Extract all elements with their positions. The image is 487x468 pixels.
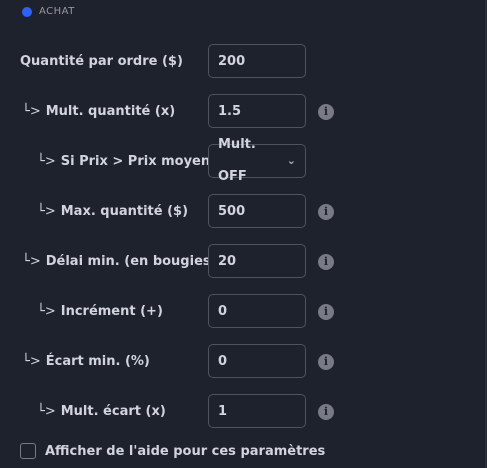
setting-row-increment: └> Incrément (+) i: [0, 294, 487, 330]
setting-label: Si Prix > Prix moyen: [60, 154, 211, 169]
setting-row-min-gap: └> Écart min. (%) i: [0, 344, 487, 380]
setting-row-price-condition: └> Si Prix > Prix moyen Mult. OFF ⌄: [0, 137, 487, 184]
select-value: Mult. OFF: [218, 137, 256, 184]
setting-row-quantity-mult: └> Mult. quantité (x) i: [0, 94, 487, 130]
sub-arrow-icon: └>: [22, 104, 41, 119]
sub-arrow-icon: └>: [22, 254, 41, 269]
info-icon[interactable]: i: [318, 304, 334, 320]
setting-row-max-quantity: └> Max. quantité ($) i: [0, 194, 487, 230]
min-delay-input[interactable]: [208, 244, 306, 278]
help-checkbox-label[interactable]: Afficher de l'aide pour ces paramètres: [45, 444, 325, 459]
setting-label-wrap: └> Écart min. (%): [22, 344, 150, 380]
help-checkbox-row[interactable]: Afficher de l'aide pour ces paramètres: [20, 443, 325, 459]
increment-input[interactable]: [208, 294, 306, 328]
info-icon[interactable]: i: [318, 254, 334, 270]
setting-label: Quantité par ordre ($): [20, 54, 183, 69]
min-gap-input[interactable]: [208, 344, 306, 378]
setting-label-wrap: └> Mult. écart (x): [37, 394, 166, 430]
setting-label-wrap: └> Incrément (+): [37, 294, 163, 330]
setting-label: Écart min. (%): [45, 354, 150, 369]
setting-row-gap-mult: └> Mult. écart (x) i: [0, 394, 487, 430]
info-icon[interactable]: i: [318, 204, 334, 220]
order-quantity-input[interactable]: [208, 44, 306, 78]
info-icon[interactable]: i: [318, 104, 334, 120]
setting-row-min-delay: └> Délai min. (en bougies) i: [0, 244, 487, 280]
setting-label-wrap: └> Max. quantité ($): [37, 194, 188, 230]
info-icon[interactable]: i: [318, 404, 334, 420]
setting-label: Délai min. (en bougies): [45, 254, 217, 269]
section-header: ACHAT: [22, 6, 75, 17]
section-dot-icon: [22, 6, 32, 17]
chevron-down-icon: ⌄: [286, 154, 296, 167]
setting-label-wrap: └> Délai min. (en bougies): [22, 244, 217, 280]
section-title: ACHAT: [39, 6, 75, 17]
quantity-mult-input[interactable]: [208, 94, 306, 128]
gap-mult-input[interactable]: [208, 394, 306, 428]
setting-label-wrap: └> Si Prix > Prix moyen: [37, 144, 210, 180]
setting-label: Incrément (+): [60, 304, 163, 319]
setting-label: Mult. quantité (x): [45, 104, 176, 119]
sub-arrow-icon: └>: [37, 404, 56, 419]
setting-row-order-quantity: Quantité par ordre ($): [0, 44, 487, 80]
sub-arrow-icon: └>: [37, 304, 56, 319]
info-icon[interactable]: i: [318, 354, 334, 370]
sub-arrow-icon: └>: [22, 354, 41, 369]
setting-label: Max. quantité ($): [60, 204, 189, 219]
setting-label: Mult. écart (x): [60, 404, 166, 419]
sub-arrow-icon: └>: [37, 204, 56, 219]
help-checkbox[interactable]: [20, 443, 36, 459]
price-condition-select[interactable]: Mult. OFF ⌄: [208, 137, 306, 184]
setting-label-wrap: └> Mult. quantité (x): [22, 94, 175, 130]
sub-arrow-icon: └>: [37, 154, 56, 169]
max-quantity-input[interactable]: [208, 194, 306, 228]
